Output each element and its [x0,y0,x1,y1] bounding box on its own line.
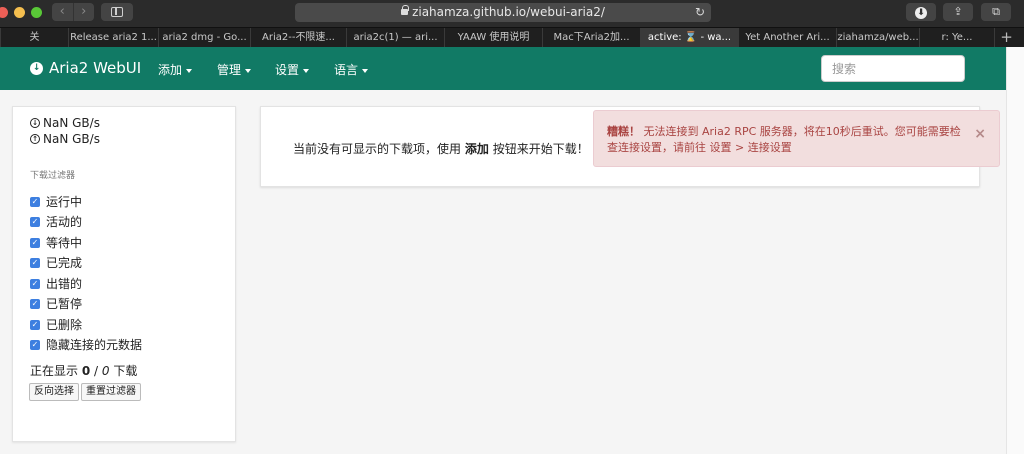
checkbox-checked-icon[interactable]: ✓ [30,319,40,330]
brand-link[interactable]: ↓ Aria2 WebUI [30,59,141,77]
tab-10[interactable]: ziahamza/web... [836,28,919,47]
sidebar-icon [111,7,123,17]
total-count: 0 [101,364,110,378]
menu-manage[interactable]: 管理 [217,61,252,78]
menu-add-label: 添加 [158,63,183,77]
filter-removed[interactable]: ✓ 已删除 [30,316,82,333]
forward-button[interactable]: › [72,3,95,21]
filter-error[interactable]: ✓ 出错的 [30,275,82,292]
menu-settings[interactable]: 设置 [275,61,310,78]
checkbox-checked-icon[interactable]: ✓ [30,278,40,289]
caret-down-icon [303,68,310,73]
sidebar-toggle-button[interactable] [101,3,133,21]
empty-add-keyword: 添加 [464,142,489,156]
sidebar-panel: ↓ NaN GB/s ↑ NaN GB/s 下载过滤器 ✓ 运行中 ✓ 活动的 ✓ 等待中… [12,106,236,442]
caret-down-icon [186,68,193,73]
filter-label: 运行中 [46,195,83,209]
tab-7[interactable]: Mac下Aria2加... [542,28,640,47]
shown-count: 0 [81,364,91,378]
filter-hide-metadata[interactable]: ✓ 隐藏连接的元数据 [30,336,142,353]
tab-2[interactable]: Release aria2 1... [68,28,158,47]
new-tab-button[interactable]: + [994,28,1018,47]
download-speed: ↓ NaN GB/s [30,116,100,130]
empty-downloads-message: 当前没有可显示的下载项，使用 添加 按钮来开始下载！ [293,140,589,157]
brand-title: Aria2 WebUI [49,59,142,77]
history-nav: ‹ › [52,3,94,21]
filter-label: 出错的 [46,277,83,291]
empty-prefix: 当前没有可显示的下载项，使用 [293,142,462,156]
zoom-window-button[interactable] [31,7,42,18]
checkbox-checked-icon[interactable]: ✓ [30,339,40,350]
tab-1[interactable]: 关 [0,28,68,47]
download-icon: ⬇ [915,7,927,19]
menu-add[interactable]: 添加 [158,61,193,78]
upload-speed-value: NaN GB/s [43,132,100,146]
filter-title: 下载过滤器 [30,171,76,181]
menu-language-label: 语言 [334,63,359,77]
count-separator: / [90,364,102,378]
tab-11[interactable]: r: Ye... [919,28,994,47]
filter-waiting[interactable]: ✓ 等待中 [30,234,82,251]
tab-5[interactable]: aria2c(1) — ari... [346,28,444,47]
filter-label: 已删除 [46,318,83,332]
app-navbar: ↓ Aria2 WebUI 添加 管理 设置 语言 [0,47,1006,90]
upload-speed: ↑ NaN GB/s [30,132,100,146]
menu-settings-label: 设置 [275,63,300,77]
downloads-button[interactable]: ⬇ [906,3,936,21]
empty-suffix: 按钮来开始下载！ [492,142,589,156]
search-input[interactable] [821,55,965,82]
menu-manage-label: 管理 [217,63,242,77]
filter-active[interactable]: ✓ 活动的 [30,213,82,230]
reload-icon[interactable]: ↻ [695,3,705,22]
filter-label: 已完成 [46,256,83,270]
checkbox-checked-icon[interactable]: ✓ [30,196,40,207]
filter-running[interactable]: ✓ 运行中 [30,193,82,210]
close-window-button[interactable] [0,7,8,18]
menu-language[interactable]: 语言 [334,61,369,78]
connection-error-alert: 糟糕！ 无法连接到 Aria2 RPC 服务器，将在10秒后重试。您可能需要检查… [593,110,1000,167]
filter-label: 隐藏连接的元数据 [46,338,143,352]
minimize-window-button[interactable] [14,7,25,18]
status-prefix: 正在显示 [30,364,79,378]
show-tabs-button[interactable]: ⧉ [981,3,1011,21]
checkbox-checked-icon[interactable]: ✓ [30,237,40,248]
upload-arrow-icon: ↑ [30,134,40,144]
back-button[interactable]: ‹ [52,3,73,21]
checkbox-checked-icon[interactable]: ✓ [30,257,40,268]
address-bar[interactable]: ziahamza.github.io/webui-aria2/ ↻ [295,3,711,22]
filter-complete[interactable]: ✓ 已完成 [30,254,82,271]
tab-3[interactable]: aria2 dmg - Go... [158,28,250,47]
browser-toolbar: ‹ › ziahamza.github.io/webui-aria2/ ↻ ⬇ … [0,0,1024,27]
page-scrollbar[interactable] [1006,47,1024,454]
tab-9[interactable]: Yet Another Ari... [738,28,836,47]
caret-down-icon [245,68,252,73]
filter-label: 等待中 [46,236,83,250]
lock-icon [401,5,410,15]
url-text: ziahamza.github.io/webui-aria2/ [412,5,605,19]
download-circle-icon: ↓ [30,61,43,75]
checkbox-checked-icon[interactable]: ✓ [30,216,40,227]
filter-paused[interactable]: ✓ 已暂停 [30,295,82,312]
status-suffix: 下载 [113,364,138,378]
alert-message: 无法连接到 Aria2 RPC 服务器，将在10秒后重试。您可能需要检查连接设置… [607,125,961,154]
close-icon[interactable]: × [974,126,986,142]
download-arrow-icon: ↓ [30,118,40,128]
download-count-status: 正在显示 0 / 0 下载 [30,362,137,379]
tab-bar: 关 Release aria2 1... aria2 dmg - Go... A… [0,27,1024,47]
caret-down-icon [362,68,369,73]
tab-4[interactable]: Aria2--不限速... [250,28,346,47]
filter-label: 活动的 [46,215,83,229]
reset-filter-button[interactable]: 重置过滤器 [81,383,141,401]
alert-title: 糟糕！ [607,125,640,138]
download-speed-value: NaN GB/s [43,116,100,130]
filter-label: 已暂停 [46,297,83,311]
share-button[interactable]: ⇪ [943,3,973,21]
invert-filter-button[interactable]: 反向选择 [29,383,79,401]
tab-6[interactable]: YAAW 使用说明 [444,28,542,47]
checkbox-checked-icon[interactable]: ✓ [30,298,40,309]
tab-8-active[interactable]: active: ⌛ - wa... [640,28,738,47]
